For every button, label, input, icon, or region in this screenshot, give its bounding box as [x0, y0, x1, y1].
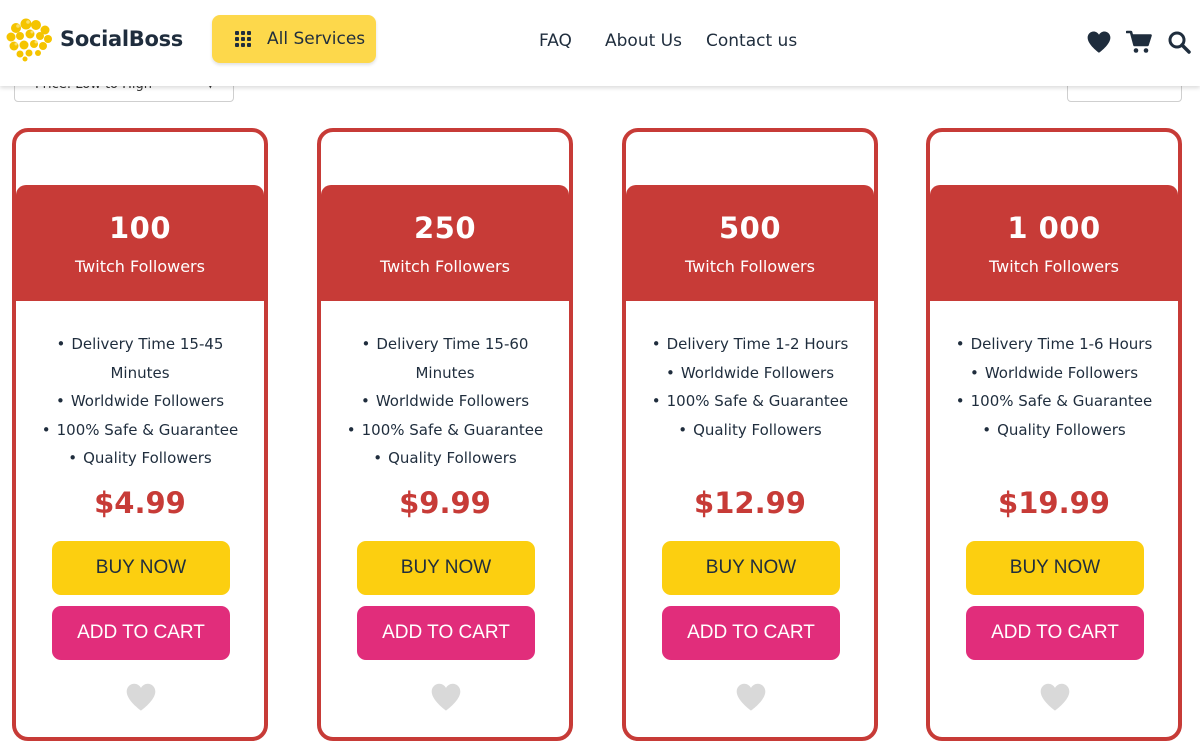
grid-icon [235, 31, 251, 47]
feature-item: Quality Followers [948, 416, 1160, 445]
add-to-cart-button[interactable]: ADD TO CART [966, 606, 1144, 660]
feature-list: Delivery Time 15-45 Minutes Worldwide Fo… [34, 330, 246, 473]
feature-list: Delivery Time 1-6 Hours Worldwide Follow… [948, 330, 1160, 444]
card-quantity: 250 [413, 211, 477, 245]
price: $12.99 [694, 486, 806, 520]
feature-item: Quality Followers [644, 416, 856, 445]
search-icon[interactable] [1167, 30, 1191, 54]
feature-item: Worldwide Followers [948, 359, 1160, 388]
nav-link-contact-us[interactable]: Contact us [706, 31, 797, 51]
price: $19.99 [998, 486, 1110, 520]
feature-item: Worldwide Followers [644, 359, 856, 388]
card-service: Twitch Followers [685, 257, 815, 276]
brain-logo-icon [6, 18, 52, 62]
add-to-wishlist-heart-icon[interactable] [124, 682, 158, 712]
product-card: 500 Twitch Followers Delivery Time 1-2 H… [622, 128, 878, 741]
wishlist-heart-icon[interactable] [1086, 30, 1112, 54]
site-header: SocialBoss All Services FAQ About Us Con… [0, 0, 1200, 86]
all-services-button[interactable]: All Services [212, 15, 376, 63]
feature-item: 100% Safe & Guarantee [34, 416, 246, 445]
feature-item: Worldwide Followers [34, 387, 246, 416]
card-quantity: 100 [108, 211, 172, 245]
feature-item: Delivery Time 15-60 Minutes [339, 330, 551, 387]
buy-now-button[interactable]: BUY NOW [662, 541, 840, 595]
card-quantity: 1 000 [1007, 211, 1101, 245]
site-logo[interactable]: SocialBoss [4, 16, 183, 62]
add-to-wishlist-heart-icon[interactable] [734, 682, 768, 712]
product-card: 100 Twitch Followers Delivery Time 15-45… [12, 128, 268, 741]
feature-item: Delivery Time 1-6 Hours [948, 330, 1160, 359]
add-to-cart-button[interactable]: ADD TO CART [52, 606, 230, 660]
nav-link-faq[interactable]: FAQ [539, 31, 572, 51]
add-to-wishlist-heart-icon[interactable] [429, 682, 463, 712]
card-service: Twitch Followers [75, 257, 205, 276]
product-card: 250 Twitch Followers Delivery Time 15-60… [317, 128, 573, 741]
feature-list: Delivery Time 15-60 Minutes Worldwide Fo… [339, 330, 551, 473]
card-quantity: 500 [718, 211, 782, 245]
price: $4.99 [94, 486, 186, 520]
feature-item: 100% Safe & Guarantee [644, 387, 856, 416]
feature-item: 100% Safe & Guarantee [948, 387, 1160, 416]
feature-item: Delivery Time 15-45 Minutes [34, 330, 246, 387]
card-service: Twitch Followers [989, 257, 1119, 276]
add-to-cart-button[interactable]: ADD TO CART [662, 606, 840, 660]
card-header: 500 Twitch Followers [626, 185, 874, 301]
price: $9.99 [399, 486, 491, 520]
product-card: 1 000 Twitch Followers Delivery Time 1-6… [926, 128, 1182, 741]
card-header: 1 000 Twitch Followers [930, 185, 1178, 301]
card-service: Twitch Followers [380, 257, 510, 276]
card-header: 100 Twitch Followers [16, 185, 264, 301]
feature-item: Quality Followers [339, 444, 551, 473]
cart-icon[interactable] [1126, 30, 1152, 54]
buy-now-button[interactable]: BUY NOW [966, 541, 1144, 595]
feature-item: Quality Followers [34, 444, 246, 473]
buy-now-button[interactable]: BUY NOW [357, 541, 535, 595]
feature-item: Worldwide Followers [339, 387, 551, 416]
add-to-cart-button[interactable]: ADD TO CART [357, 606, 535, 660]
nav-link-about-us[interactable]: About Us [605, 31, 682, 51]
feature-list: Delivery Time 1-2 Hours Worldwide Follow… [644, 330, 856, 444]
card-header: 250 Twitch Followers [321, 185, 569, 301]
add-to-wishlist-heart-icon[interactable] [1038, 682, 1072, 712]
buy-now-button[interactable]: BUY NOW [52, 541, 230, 595]
brand-name: SocialBoss [60, 27, 184, 51]
feature-item: Delivery Time 1-2 Hours [644, 330, 856, 359]
feature-item: 100% Safe & Guarantee [339, 416, 551, 445]
all-services-label: All Services [267, 29, 366, 49]
